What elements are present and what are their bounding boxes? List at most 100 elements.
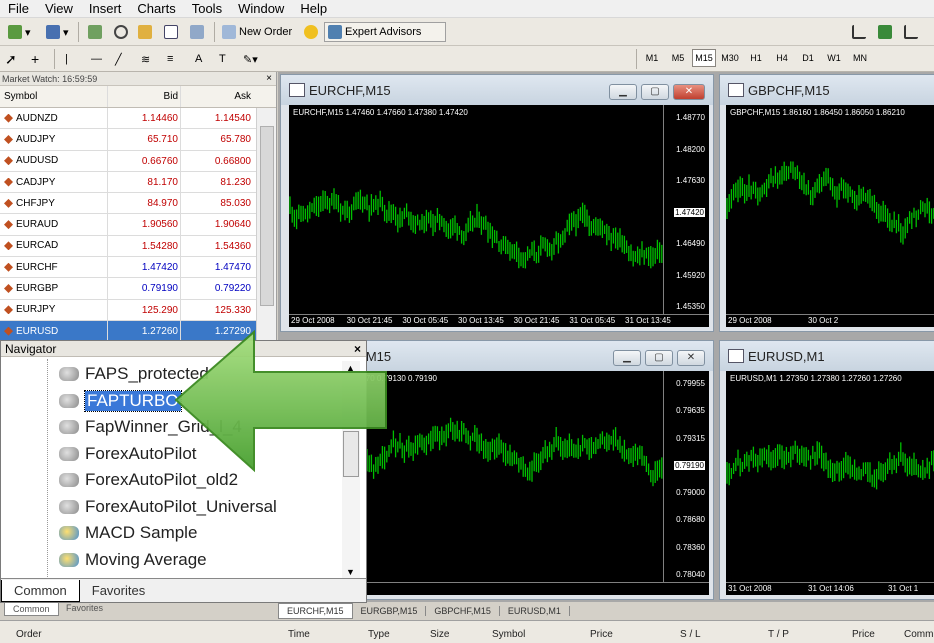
- autotrading-toggle[interactable]: [300, 22, 322, 42]
- tab-eurusd[interactable]: EURUSD,M1: [500, 606, 570, 616]
- ask-cell: 81.230: [220, 176, 251, 188]
- navigator-button[interactable]: [134, 22, 156, 42]
- chart-window-eurusd[interactable]: EURUSD,M1 EURUSD,M1 1.27350 1.27380 1.27…: [719, 340, 934, 600]
- tf-h4[interactable]: H4: [770, 49, 794, 67]
- col-price[interactable]: Price: [590, 629, 613, 640]
- chart-plot[interactable]: EURUSD,M1 1.27350 1.27380 1.27260 1.2726…: [726, 371, 934, 595]
- tf-w1[interactable]: W1: [822, 49, 846, 67]
- trendline-tool[interactable]: ╱: [114, 49, 123, 69]
- market-watch-row[interactable]: EURGBP 0.79190 0.79220: [0, 278, 276, 300]
- cursor-tool[interactable]: ➚: [4, 49, 18, 69]
- candles-button[interactable]: [874, 22, 896, 42]
- menu-window[interactable]: Window: [230, 0, 292, 18]
- menu-help[interactable]: Help: [292, 0, 335, 18]
- chart-window-eurchf[interactable]: EURCHF,M15 ▁ ▢ ✕ EURCHF,M15 1.47460 1.4766…: [280, 74, 714, 332]
- col-sl[interactable]: S / L: [680, 629, 701, 640]
- tab-gbpchf[interactable]: GBPCHF,M15: [426, 606, 500, 616]
- tf-m5[interactable]: M5: [666, 49, 690, 67]
- tab-eurchf[interactable]: EURCHF,M15: [278, 603, 353, 619]
- maximize-button[interactable]: ▢: [645, 350, 673, 366]
- menu-tools[interactable]: Tools: [184, 0, 230, 18]
- market-watch-row[interactable]: CHFJPY 84.970 85.030: [0, 193, 276, 215]
- time-axis[interactable]: 29 Oct 2008 30 Oct 21:45 30 Oct 05:45 30 Oc…: [289, 314, 709, 327]
- tf-h1[interactable]: H1: [744, 49, 768, 67]
- col-order[interactable]: Order: [16, 629, 42, 640]
- expert-advisors-button[interactable]: Expert Advisors: [324, 22, 446, 42]
- new-chart-button[interactable]: ▾: [4, 22, 32, 42]
- menu-view[interactable]: View: [37, 0, 81, 18]
- col-tp[interactable]: T / P: [768, 629, 789, 640]
- minimize-button[interactable]: ▁: [613, 350, 641, 366]
- maximize-button[interactable]: ▢: [641, 84, 669, 100]
- terminal-button[interactable]: [160, 22, 182, 42]
- tab-mw-common[interactable]: Common: [4, 602, 59, 616]
- crosshair-tool[interactable]: +: [30, 49, 40, 69]
- market-watch-scrollbar[interactable]: [256, 108, 276, 340]
- col-symbol[interactable]: Symbol: [0, 86, 108, 107]
- market-watch-row[interactable]: AUDNZD 1.14460 1.14540: [0, 108, 276, 130]
- label-tool[interactable]: T: [218, 49, 227, 69]
- price-axis[interactable]: 1.48770 1.48200 1.47630 1.47420 1.46490 1.459…: [663, 105, 709, 314]
- data-window-button[interactable]: [110, 22, 132, 42]
- navigator-item-label: Moving Average: [85, 549, 207, 569]
- menu-charts[interactable]: Charts: [129, 0, 183, 18]
- market-watch-row[interactable]: EURAUD 1.90560 1.90640: [0, 214, 276, 236]
- market-watch-button[interactable]: [84, 22, 106, 42]
- col-symbol[interactable]: Symbol: [492, 629, 525, 640]
- navigator-item[interactable]: ForexAutoPilot_Universal: [59, 494, 277, 520]
- close-button[interactable]: ✕: [673, 84, 705, 100]
- text-icon: A: [195, 53, 203, 65]
- new-order-button[interactable]: New Order: [218, 22, 293, 42]
- menu-file[interactable]: File: [0, 0, 37, 18]
- scroll-down-icon[interactable]: ▼: [346, 567, 355, 577]
- minimize-button[interactable]: ▁: [609, 84, 637, 100]
- text-tool[interactable]: A: [194, 49, 203, 69]
- time-axis[interactable]: 29 Oct 2008 30 Oct 2: [726, 314, 934, 327]
- tf-m15[interactable]: M15: [692, 49, 716, 67]
- market-watch-row[interactable]: AUDJPY 65.710 65.780: [0, 129, 276, 151]
- menu-insert[interactable]: Insert: [81, 0, 130, 18]
- tester-button[interactable]: [186, 22, 208, 42]
- chart-window-gbpchf[interactable]: GBPCHF,M15 GBPCHF,M15 1.86160 1.86450 1.…: [719, 74, 934, 332]
- chart-plot[interactable]: EURCHF,M15 1.47460 1.47660 1.47380 1.474…: [289, 105, 709, 327]
- close-icon[interactable]: ×: [266, 72, 272, 86]
- market-watch-row[interactable]: CADJPY 81.170 81.230: [0, 171, 276, 194]
- scroll-thumb[interactable]: [260, 126, 274, 306]
- bar-chart-button[interactable]: [848, 22, 870, 42]
- tf-d1[interactable]: D1: [796, 49, 820, 67]
- navigator-item[interactable]: FAPTURBO: [59, 388, 182, 414]
- market-watch-row[interactable]: AUDUSD 0.66760 0.66800: [0, 150, 276, 172]
- fibo-tool[interactable]: ≡: [166, 49, 174, 69]
- col-time[interactable]: Time: [288, 629, 310, 640]
- tab-mw-favorites[interactable]: Favorites: [58, 602, 111, 614]
- navigator-item[interactable]: MACD Sample: [59, 520, 197, 546]
- tf-m1[interactable]: M1: [640, 49, 664, 67]
- col-price2[interactable]: Price: [852, 629, 875, 640]
- bid-cell: 1.47420: [108, 257, 181, 278]
- market-watch-row[interactable]: EURJPY 125.290 125.330: [0, 299, 276, 321]
- tab-eurgbp[interactable]: EURGBP,M15: [353, 606, 427, 616]
- profiles-button[interactable]: ▾: [42, 22, 70, 42]
- tab-favorites[interactable]: Favorites: [80, 580, 157, 602]
- tab-common[interactable]: Common: [1, 579, 80, 602]
- navigator-item[interactable]: Moving Average: [59, 547, 207, 573]
- tf-m30[interactable]: M30: [718, 49, 742, 67]
- market-watch-row[interactable]: EURCHF 1.47420 1.47470: [0, 257, 276, 279]
- price-axis[interactable]: 0.79955 0.79635 0.79315 0.79190 0.79000 0.786…: [663, 371, 709, 582]
- close-button[interactable]: ✕: [677, 350, 705, 366]
- horizontal-line-tool[interactable]: —: [90, 49, 103, 69]
- price-tick: 1.47630: [676, 176, 705, 185]
- channel-tool[interactable]: ≋: [140, 49, 151, 69]
- arrows-tool[interactable]: ✎▾: [242, 49, 259, 69]
- vertical-line-tool[interactable]: |: [64, 49, 69, 69]
- market-watch-row[interactable]: EURCAD 1.54280 1.54360: [0, 235, 276, 258]
- chart-plot[interactable]: GBPCHF,M15 1.86160 1.86450 1.86050 1.862…: [726, 105, 934, 327]
- line-chart-button[interactable]: [900, 22, 922, 42]
- col-type[interactable]: Type: [368, 629, 390, 640]
- col-size[interactable]: Size: [430, 629, 449, 640]
- col-bid[interactable]: Bid: [108, 86, 181, 107]
- col-commission[interactable]: Comm: [904, 629, 933, 640]
- tf-mn[interactable]: MN: [848, 49, 872, 67]
- col-ask[interactable]: Ask: [181, 86, 253, 107]
- time-axis[interactable]: 31 Oct 2008 31 Oct 14:06 31 Oct 1: [726, 582, 934, 595]
